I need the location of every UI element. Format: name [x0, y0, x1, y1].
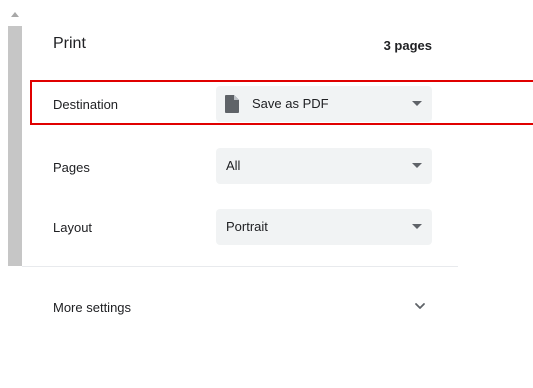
destination-highlight-box: [30, 80, 533, 125]
scrollbar[interactable]: [8, 10, 22, 388]
scrollbar-thumb[interactable]: [8, 26, 22, 266]
page-count: 3 pages: [383, 38, 432, 53]
layout-value: Portrait: [226, 219, 268, 234]
chevron-down-icon[interactable]: [413, 299, 427, 313]
pages-select[interactable]: All: [216, 148, 432, 184]
print-dialog: Print 3 pages Destination Save as PDF Pa…: [0, 0, 533, 388]
layout-select[interactable]: Portrait: [216, 209, 432, 245]
scroll-up-arrow-icon[interactable]: [11, 12, 19, 17]
pages-value: All: [226, 158, 241, 173]
page-title: Print: [53, 35, 86, 52]
dropdown-arrow-icon: [412, 224, 422, 229]
pages-label: Pages: [53, 160, 90, 175]
more-settings-label[interactable]: More settings: [53, 300, 131, 315]
section-divider: [22, 266, 458, 267]
dropdown-arrow-icon: [412, 163, 422, 168]
layout-label: Layout: [53, 220, 93, 235]
